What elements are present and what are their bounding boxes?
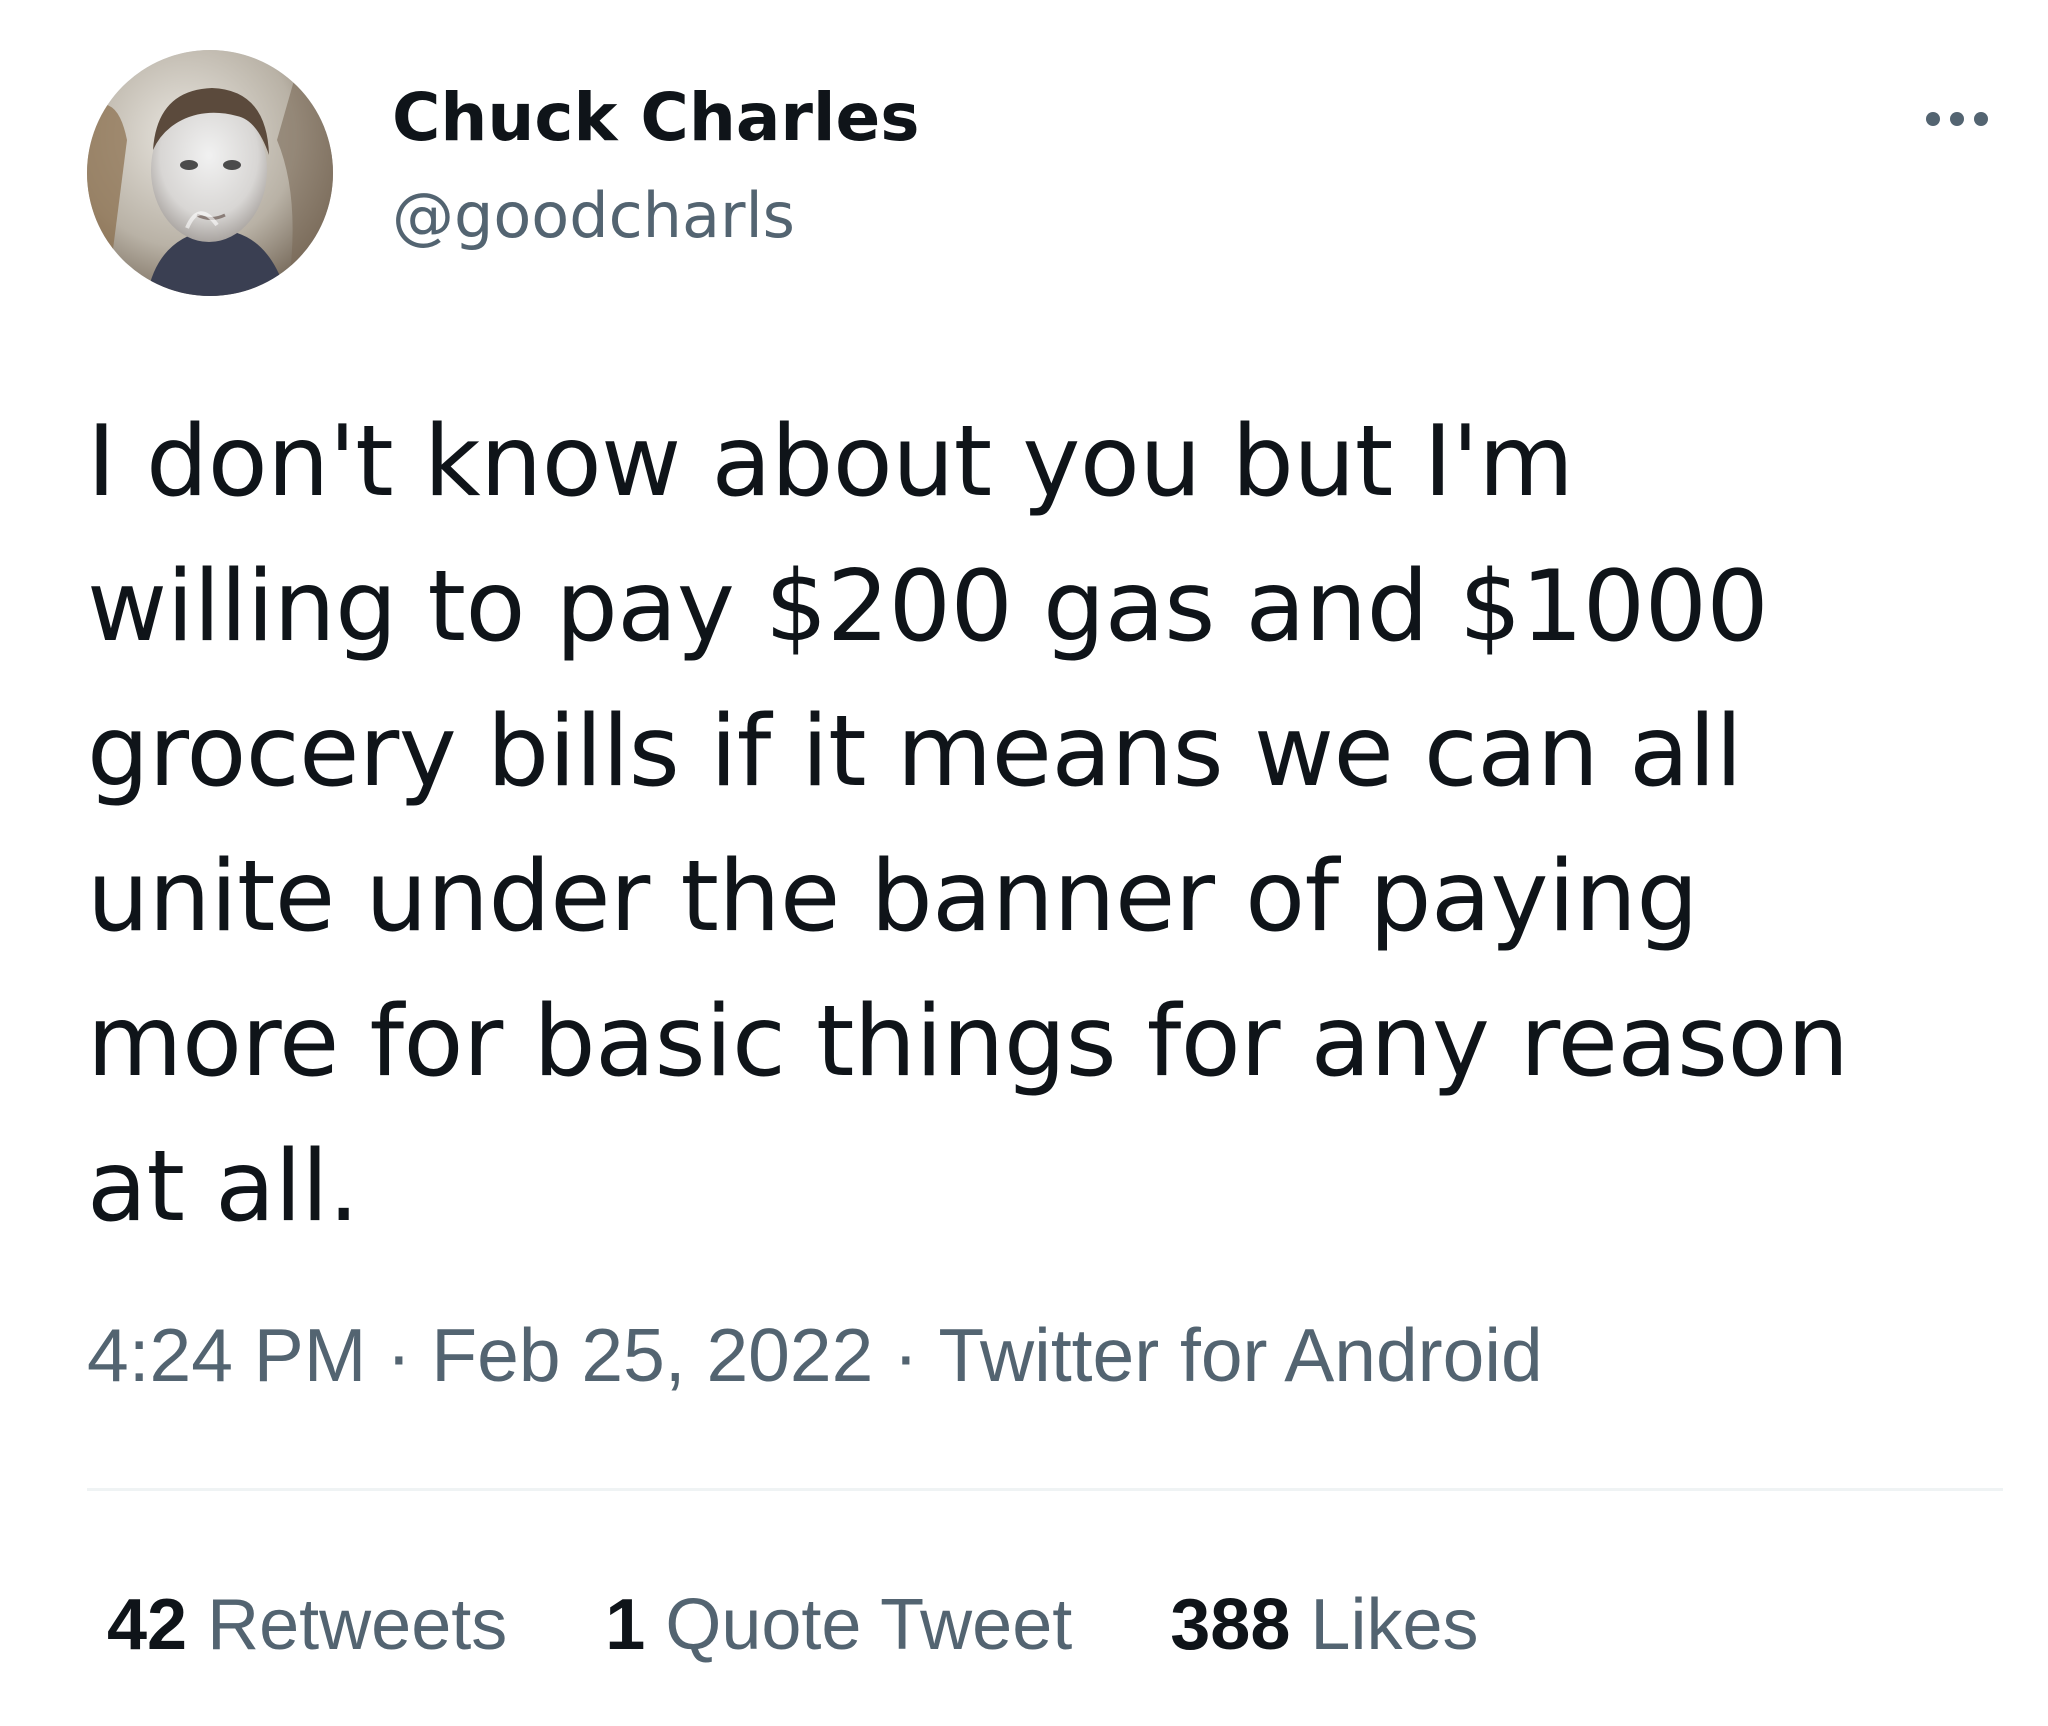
tweet-text-line: unite under the banner of paying <box>87 840 1699 954</box>
retweets-stat[interactable]: 42 Retweets <box>107 1575 507 1675</box>
retweets-label: Retweets <box>207 1585 508 1665</box>
tweet-metadata: 4:24 PM · Feb 25, 2022 · Twitter for Android <box>87 1305 1543 1405</box>
meta-separator: · <box>893 1313 919 1397</box>
more-horizontal-icon <box>1926 112 1988 126</box>
avatar[interactable] <box>87 50 333 296</box>
tweet-text-line: I don't know about you but I'm <box>87 405 1574 519</box>
tweet-text-line: willing to pay $200 gas and $1000 <box>87 550 1769 664</box>
author-display-name[interactable]: Chuck Charles <box>392 76 920 160</box>
tweet-text-line: grocery bills if it means we can all <box>87 695 1743 809</box>
tweet-date[interactable]: Feb 25, 2022 <box>431 1313 873 1397</box>
tweet-card: Chuck Charles @goodcharls I don't know a… <box>0 0 2048 1726</box>
tweet-text-line: more for basic things for any reason <box>87 985 1849 1099</box>
quote-tweets-label: Quote Tweet <box>665 1585 1073 1665</box>
likes-label: Likes <box>1310 1585 1479 1665</box>
likes-count: 388 <box>1170 1585 1291 1665</box>
divider <box>87 1488 2003 1491</box>
engagement-stats: 42 Retweets 1 Quote Tweet 388 Likes <box>107 1575 1577 1675</box>
tweet-time[interactable]: 4:24 PM <box>87 1313 366 1397</box>
tweet-text-line: at all. <box>87 1130 359 1244</box>
avatar-photo <box>87 50 333 296</box>
quote-tweets-stat[interactable]: 1 Quote Tweet <box>605 1575 1072 1675</box>
tweet-source[interactable]: Twitter for Android <box>938 1313 1542 1397</box>
retweets-count: 42 <box>107 1585 188 1665</box>
more-options-button[interactable] <box>1912 96 2002 142</box>
tweet-text: I don't know about you but I'm willing t… <box>87 390 2007 1260</box>
likes-stat[interactable]: 388 Likes <box>1170 1575 1478 1675</box>
quote-tweets-count: 1 <box>605 1585 646 1665</box>
author-handle[interactable]: @goodcharls <box>392 176 795 256</box>
meta-separator: · <box>386 1313 412 1397</box>
